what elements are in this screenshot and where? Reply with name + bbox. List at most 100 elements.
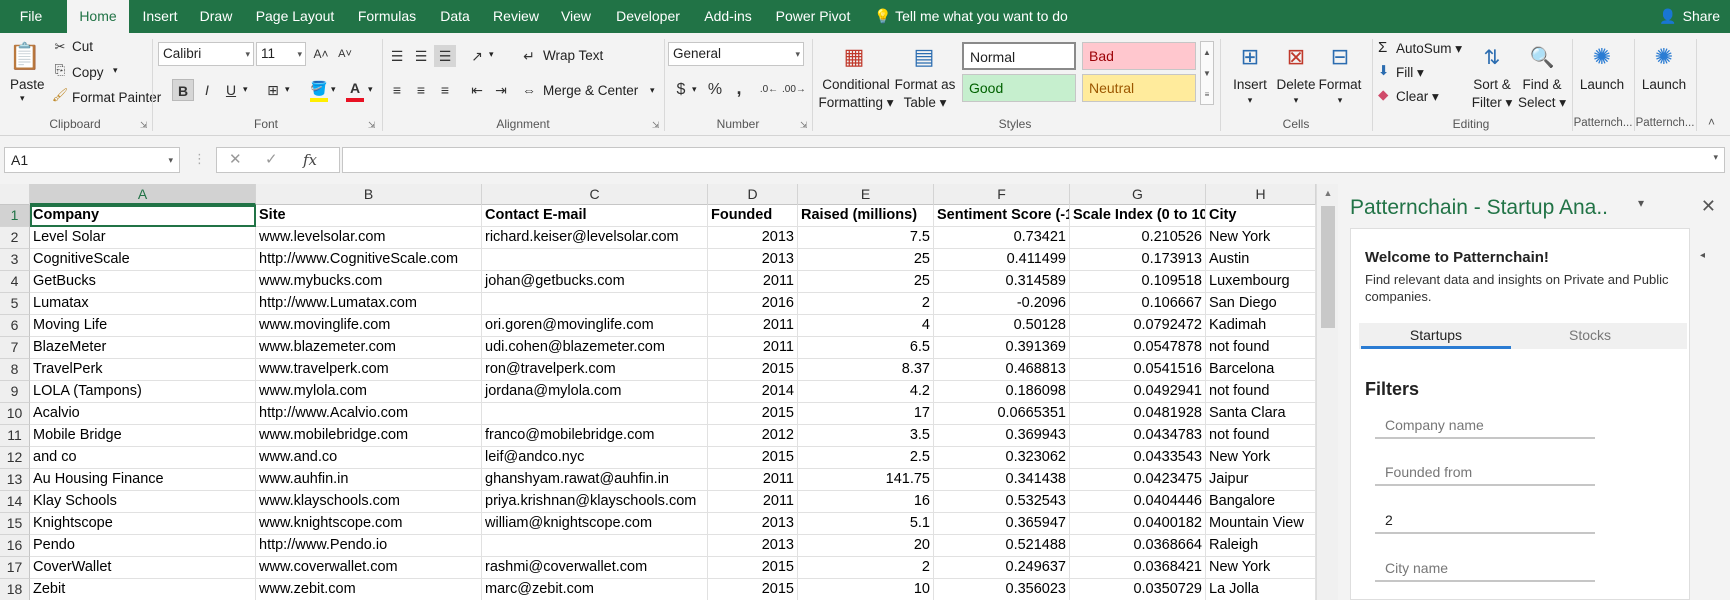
column-header-d[interactable]: D bbox=[708, 184, 798, 205]
italic-button[interactable]: I bbox=[196, 79, 218, 101]
row-header[interactable]: 9 bbox=[0, 381, 30, 403]
tell-me-search[interactable]: 💡 Tell me what you want to do bbox=[874, 0, 1068, 33]
align-middle-icon[interactable]: ☰ bbox=[410, 45, 432, 67]
table-cell[interactable]: 0.0423475 bbox=[1070, 469, 1206, 491]
table-cell[interactable]: Zebit bbox=[30, 579, 256, 600]
table-cell[interactable]: 0.0433543 bbox=[1070, 447, 1206, 469]
column-header-a[interactable]: A bbox=[30, 184, 256, 205]
table-cell[interactable]: http://www.CognitiveScale.com bbox=[256, 249, 482, 271]
tab-review[interactable]: Review bbox=[488, 0, 544, 33]
row-header[interactable]: 5 bbox=[0, 293, 30, 315]
delete-cells-icon[interactable]: ⊠ bbox=[1280, 41, 1312, 73]
fill-color-icon[interactable]: 🪣 bbox=[308, 77, 330, 99]
chevron-down-icon[interactable]: ▾ bbox=[113, 65, 118, 76]
table-cell[interactable]: www.mybucks.com bbox=[256, 271, 482, 293]
table-cell[interactable]: 0.391369 bbox=[934, 337, 1070, 359]
launch-button[interactable]: Launch bbox=[1574, 77, 1630, 92]
table-cell[interactable]: www.and.co bbox=[256, 447, 482, 469]
comma-button[interactable]: , bbox=[728, 77, 750, 99]
table-cell[interactable]: Acalvio bbox=[30, 403, 256, 425]
table-cell[interactable]: 16 bbox=[798, 491, 934, 513]
cancel-icon[interactable]: ✕ bbox=[229, 148, 242, 172]
row-header[interactable]: 1 bbox=[0, 205, 30, 227]
copy-icon[interactable]: ⎘ bbox=[52, 61, 68, 79]
table-cell[interactable]: 2015 bbox=[708, 557, 798, 579]
table-cell[interactable]: 0.0481928 bbox=[1070, 403, 1206, 425]
table-cell[interactable]: 2011 bbox=[708, 315, 798, 337]
table-cell[interactable]: jordana@mylola.com bbox=[482, 381, 708, 403]
chevron-down-icon[interactable]: ▾ bbox=[1226, 95, 1274, 106]
table-cell[interactable]: www.knightscope.com bbox=[256, 513, 482, 535]
format-cells-icon[interactable]: ⊟ bbox=[1324, 41, 1356, 73]
table-cell[interactable]: Jaipur bbox=[1206, 469, 1316, 491]
table-cell[interactable]: 0.411499 bbox=[934, 249, 1070, 271]
row-header[interactable]: 16 bbox=[0, 535, 30, 557]
formula-input[interactable]: ▾ bbox=[342, 147, 1725, 173]
table-cell[interactable]: Kadimah bbox=[1206, 315, 1316, 337]
style-good[interactable]: Good bbox=[962, 74, 1076, 102]
close-icon[interactable]: ✕ bbox=[1701, 196, 1716, 217]
table-cell[interactable]: 2014 bbox=[708, 381, 798, 403]
row-header[interactable]: 11 bbox=[0, 425, 30, 447]
share-button[interactable]: 👤 Share bbox=[1659, 0, 1720, 33]
tab-insert[interactable]: Insert bbox=[134, 0, 186, 33]
font-size-select[interactable]: 11 ▾ bbox=[256, 42, 306, 66]
table-cell[interactable]: CognitiveScale bbox=[30, 249, 256, 271]
table-cell[interactable]: 0.0368421 bbox=[1070, 557, 1206, 579]
table-cell[interactable]: 0.369943 bbox=[934, 425, 1070, 447]
header-cell[interactable]: Site bbox=[256, 205, 482, 227]
insert-cells-icon[interactable]: ⊞ bbox=[1234, 41, 1266, 73]
conditional-formatting-icon[interactable]: ▦ bbox=[838, 41, 870, 73]
table-cell[interactable]: richard.keiser@levelsolar.com bbox=[482, 227, 708, 249]
table-cell[interactable]: 7.5 bbox=[798, 227, 934, 249]
merge-center-button[interactable]: Merge & Center bbox=[543, 83, 638, 98]
format-as-table-icon[interactable]: ▤ bbox=[908, 41, 940, 73]
row-header[interactable]: 6 bbox=[0, 315, 30, 337]
tab-view[interactable]: View bbox=[556, 0, 596, 33]
table-cell[interactable]: 20 bbox=[798, 535, 934, 557]
column-header-b[interactable]: B bbox=[256, 184, 482, 205]
find-select-icon[interactable]: 🔍 bbox=[1526, 41, 1558, 73]
table-cell[interactable]: Klay Schools bbox=[30, 491, 256, 513]
wrap-text-icon[interactable]: ↵ bbox=[518, 45, 540, 67]
table-cell[interactable]: 2011 bbox=[708, 469, 798, 491]
company-name-input[interactable]: Company name bbox=[1375, 411, 1595, 439]
table-cell[interactable]: Bangalore bbox=[1206, 491, 1316, 513]
fill-button[interactable]: Fill ▾ bbox=[1396, 65, 1424, 81]
delete-cells-button[interactable]: Delete bbox=[1272, 77, 1320, 92]
table-cell[interactable]: 2 bbox=[798, 557, 934, 579]
chevron-down-icon[interactable]: ▾ bbox=[331, 84, 336, 95]
font-color-icon[interactable]: A bbox=[344, 77, 366, 99]
table-cell[interactable]: 2016 bbox=[708, 293, 798, 315]
align-right-icon[interactable]: ≡ bbox=[434, 79, 456, 101]
table-cell[interactable]: 0.50128 bbox=[934, 315, 1070, 337]
table-cell[interactable]: Level Solar bbox=[30, 227, 256, 249]
find-select-button[interactable]: Find & bbox=[1516, 77, 1568, 92]
sort-filter-icon[interactable]: ⇅ bbox=[1476, 41, 1508, 73]
row-header[interactable]: 12 bbox=[0, 447, 30, 469]
table-cell[interactable]: http://www.Lumatax.com bbox=[256, 293, 482, 315]
row-header[interactable]: 17 bbox=[0, 557, 30, 579]
table-cell[interactable]: 0.73421 bbox=[934, 227, 1070, 249]
row-header[interactable]: 18 bbox=[0, 579, 30, 600]
row-header[interactable]: 3 bbox=[0, 249, 30, 271]
table-cell[interactable]: 2013 bbox=[708, 513, 798, 535]
autosum-button[interactable]: AutoSum ▾ bbox=[1396, 41, 1462, 57]
table-cell[interactable]: Mobile Bridge bbox=[30, 425, 256, 447]
column-header-f[interactable]: F bbox=[934, 184, 1070, 205]
table-cell[interactable]: franco@mobilebridge.com bbox=[482, 425, 708, 447]
header-cell[interactable]: City bbox=[1206, 205, 1316, 227]
table-cell[interactable]: 0.365947 bbox=[934, 513, 1070, 535]
table-cell[interactable]: Austin bbox=[1206, 249, 1316, 271]
table-cell[interactable]: 2013 bbox=[708, 227, 798, 249]
dialog-launcher-icon[interactable]: ⇲ bbox=[368, 120, 376, 131]
table-cell[interactable]: ron@travelperk.com bbox=[482, 359, 708, 381]
header-cell[interactable]: Scale Index (0 to 10 bbox=[1070, 205, 1206, 227]
borders-icon[interactable]: ⊞ bbox=[262, 79, 284, 101]
tab-developer[interactable]: Developer bbox=[610, 0, 686, 33]
enter-icon[interactable]: ✓ bbox=[265, 148, 278, 172]
clear-button[interactable]: Clear ▾ bbox=[1396, 89, 1439, 105]
table-cell[interactable]: Lumatax bbox=[30, 293, 256, 315]
table-cell[interactable] bbox=[482, 535, 708, 557]
format-cells-button[interactable]: Format bbox=[1316, 77, 1364, 92]
